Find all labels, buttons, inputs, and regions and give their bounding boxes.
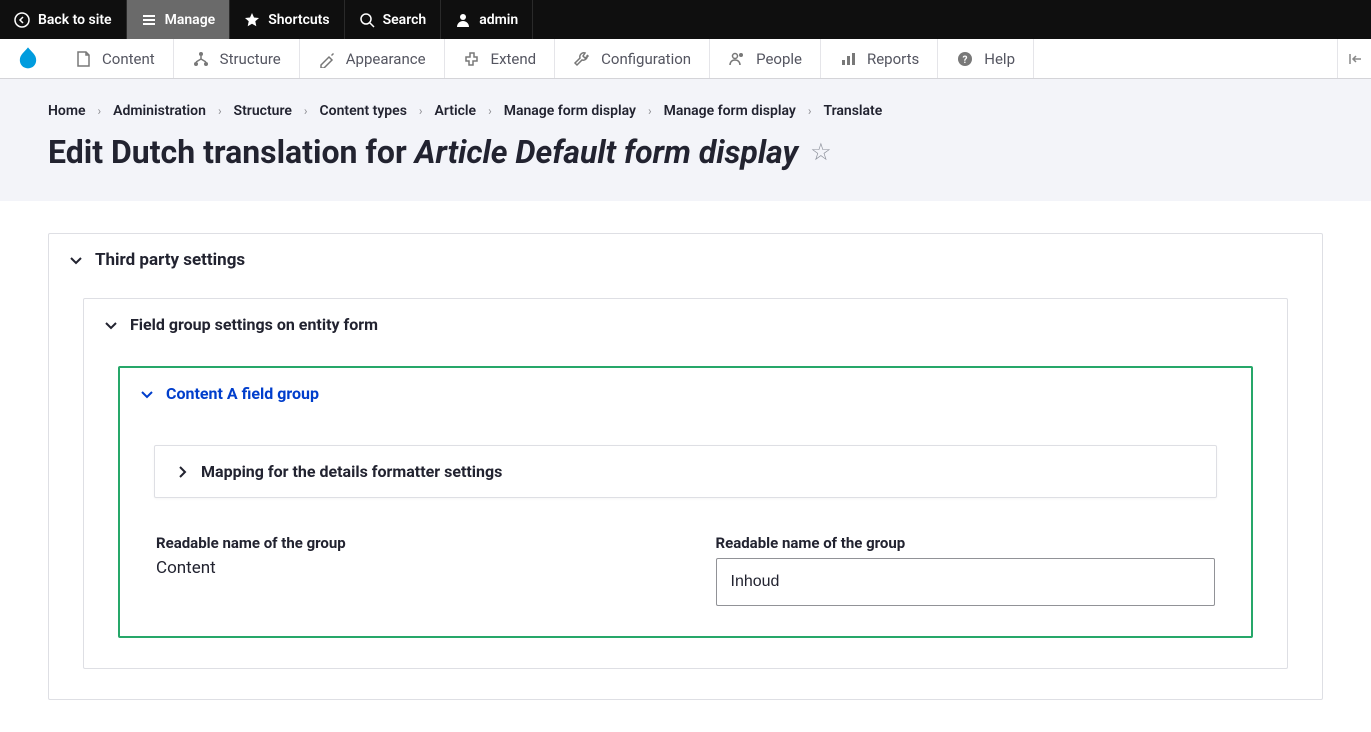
breadcrumb-content-types[interactable]: Content types	[320, 103, 407, 119]
chevron-down-icon	[69, 253, 83, 267]
breadcrumb-separator: ›	[98, 104, 102, 118]
source-value: Content	[156, 558, 656, 578]
translation-input[interactable]	[716, 558, 1216, 606]
appearance-icon	[318, 50, 336, 68]
page-title-emphasis: Article Default form display	[415, 133, 798, 171]
breadcrumb-home[interactable]: Home	[48, 103, 86, 119]
translation-row: Readable name of the group Content Reada…	[154, 534, 1217, 606]
breadcrumb-separator: ›	[488, 104, 492, 118]
field-group-settings-details: Field group settings on entity form Cont…	[83, 298, 1288, 669]
content-region: Third party settings Field group setting…	[0, 201, 1371, 732]
breadcrumb-administration[interactable]: Administration	[113, 103, 206, 119]
content-a-field-group-summary[interactable]: Content A field group	[120, 368, 1251, 419]
chevron-down-icon	[140, 387, 154, 401]
page-header: Home › Administration › Structure › Cont…	[0, 79, 1371, 201]
menu-structure-label: Structure	[220, 50, 281, 68]
shortcut-star-icon[interactable]: ☆	[810, 138, 832, 166]
breadcrumb-separator: ›	[808, 104, 812, 118]
breadcrumb-separator: ›	[218, 104, 222, 118]
manage-label: Manage	[165, 12, 216, 28]
user-label: admin	[479, 12, 518, 28]
field-group-settings-label: Field group settings on entity form	[130, 315, 378, 334]
reports-icon	[839, 50, 857, 68]
page-title: Edit Dutch translation for Article Defau…	[48, 133, 1323, 171]
menu-appearance-label: Appearance	[346, 50, 426, 68]
breadcrumb-manage-form-display[interactable]: Manage form display	[504, 103, 636, 119]
menu-appearance[interactable]: Appearance	[300, 39, 445, 78]
source-column: Readable name of the group Content	[156, 534, 656, 606]
user-menu[interactable]: admin	[441, 0, 533, 39]
menu-help-label: Help	[984, 50, 1015, 68]
admin-toolbar: Back to site Manage Shortcuts Search adm…	[0, 0, 1371, 39]
menu-structure[interactable]: Structure	[174, 39, 300, 78]
user-icon	[455, 12, 471, 28]
help-icon: ?	[956, 50, 974, 68]
page-title-prefix: Edit Dutch translation for	[48, 133, 415, 171]
collapse-icon	[1347, 51, 1363, 67]
back-to-site-label: Back to site	[38, 12, 112, 28]
mapping-label: Mapping for the details formatter settin…	[201, 462, 502, 481]
source-label: Readable name of the group	[156, 534, 656, 552]
structure-icon	[192, 50, 210, 68]
menu-people-label: People	[756, 50, 802, 68]
search-label: Search	[383, 12, 427, 28]
third-party-settings-details: Third party settings Field group setting…	[48, 233, 1323, 700]
menu-reports-label: Reports	[867, 50, 919, 68]
breadcrumb-translate[interactable]: Translate	[823, 103, 882, 119]
third-party-settings-label: Third party settings	[95, 250, 245, 270]
content-a-field-group-details: Content A field group Mapping for the de…	[118, 366, 1253, 638]
chevron-down-icon	[104, 318, 118, 332]
svg-text:?: ?	[963, 55, 968, 66]
menu-extend[interactable]: Extend	[445, 39, 556, 78]
breadcrumb-article[interactable]: Article	[435, 103, 477, 119]
content-icon	[74, 50, 92, 68]
search-icon	[359, 12, 375, 28]
breadcrumb: Home › Administration › Structure › Cont…	[48, 103, 1323, 119]
configuration-icon	[573, 50, 591, 68]
mapping-summary[interactable]: Mapping for the details formatter settin…	[155, 446, 1216, 497]
menu-configuration-label: Configuration	[601, 50, 691, 68]
field-group-settings-summary[interactable]: Field group settings on entity form	[84, 299, 1287, 350]
third-party-settings-summary[interactable]: Third party settings	[49, 234, 1322, 286]
admin-menu: Content Structure Appearance Extend Conf…	[0, 39, 1371, 79]
menu-help[interactable]: ? Help	[938, 39, 1034, 78]
breadcrumb-manage-form-display-2[interactable]: Manage form display	[664, 103, 796, 119]
breadcrumb-separator: ›	[648, 104, 652, 118]
target-label: Readable name of the group	[716, 534, 1216, 552]
shortcuts-label: Shortcuts	[268, 12, 329, 28]
hamburger-icon	[141, 12, 157, 28]
back-arrow-icon	[14, 12, 30, 28]
extend-icon	[463, 50, 481, 68]
people-icon	[728, 50, 746, 68]
breadcrumb-structure[interactable]: Structure	[234, 103, 292, 119]
toolbar-collapse[interactable]	[1337, 39, 1371, 78]
drupal-logo[interactable]	[0, 39, 56, 78]
star-icon	[244, 12, 260, 28]
menu-configuration[interactable]: Configuration	[555, 39, 710, 78]
target-column: Readable name of the group	[716, 534, 1216, 606]
chevron-right-icon	[175, 465, 189, 479]
menu-content[interactable]: Content	[56, 39, 174, 78]
back-to-site-link[interactable]: Back to site	[0, 0, 127, 39]
manage-tab[interactable]: Manage	[127, 0, 231, 39]
menu-reports[interactable]: Reports	[821, 39, 938, 78]
shortcuts-tab[interactable]: Shortcuts	[230, 0, 344, 39]
breadcrumb-separator: ›	[419, 104, 423, 118]
mapping-details: Mapping for the details formatter settin…	[154, 445, 1217, 498]
menu-people[interactable]: People	[710, 39, 821, 78]
menu-extend-label: Extend	[491, 50, 537, 68]
menu-content-label: Content	[102, 50, 155, 68]
breadcrumb-separator: ›	[304, 104, 308, 118]
content-a-field-group-label: Content A field group	[166, 384, 319, 403]
search-tab[interactable]: Search	[345, 0, 442, 39]
